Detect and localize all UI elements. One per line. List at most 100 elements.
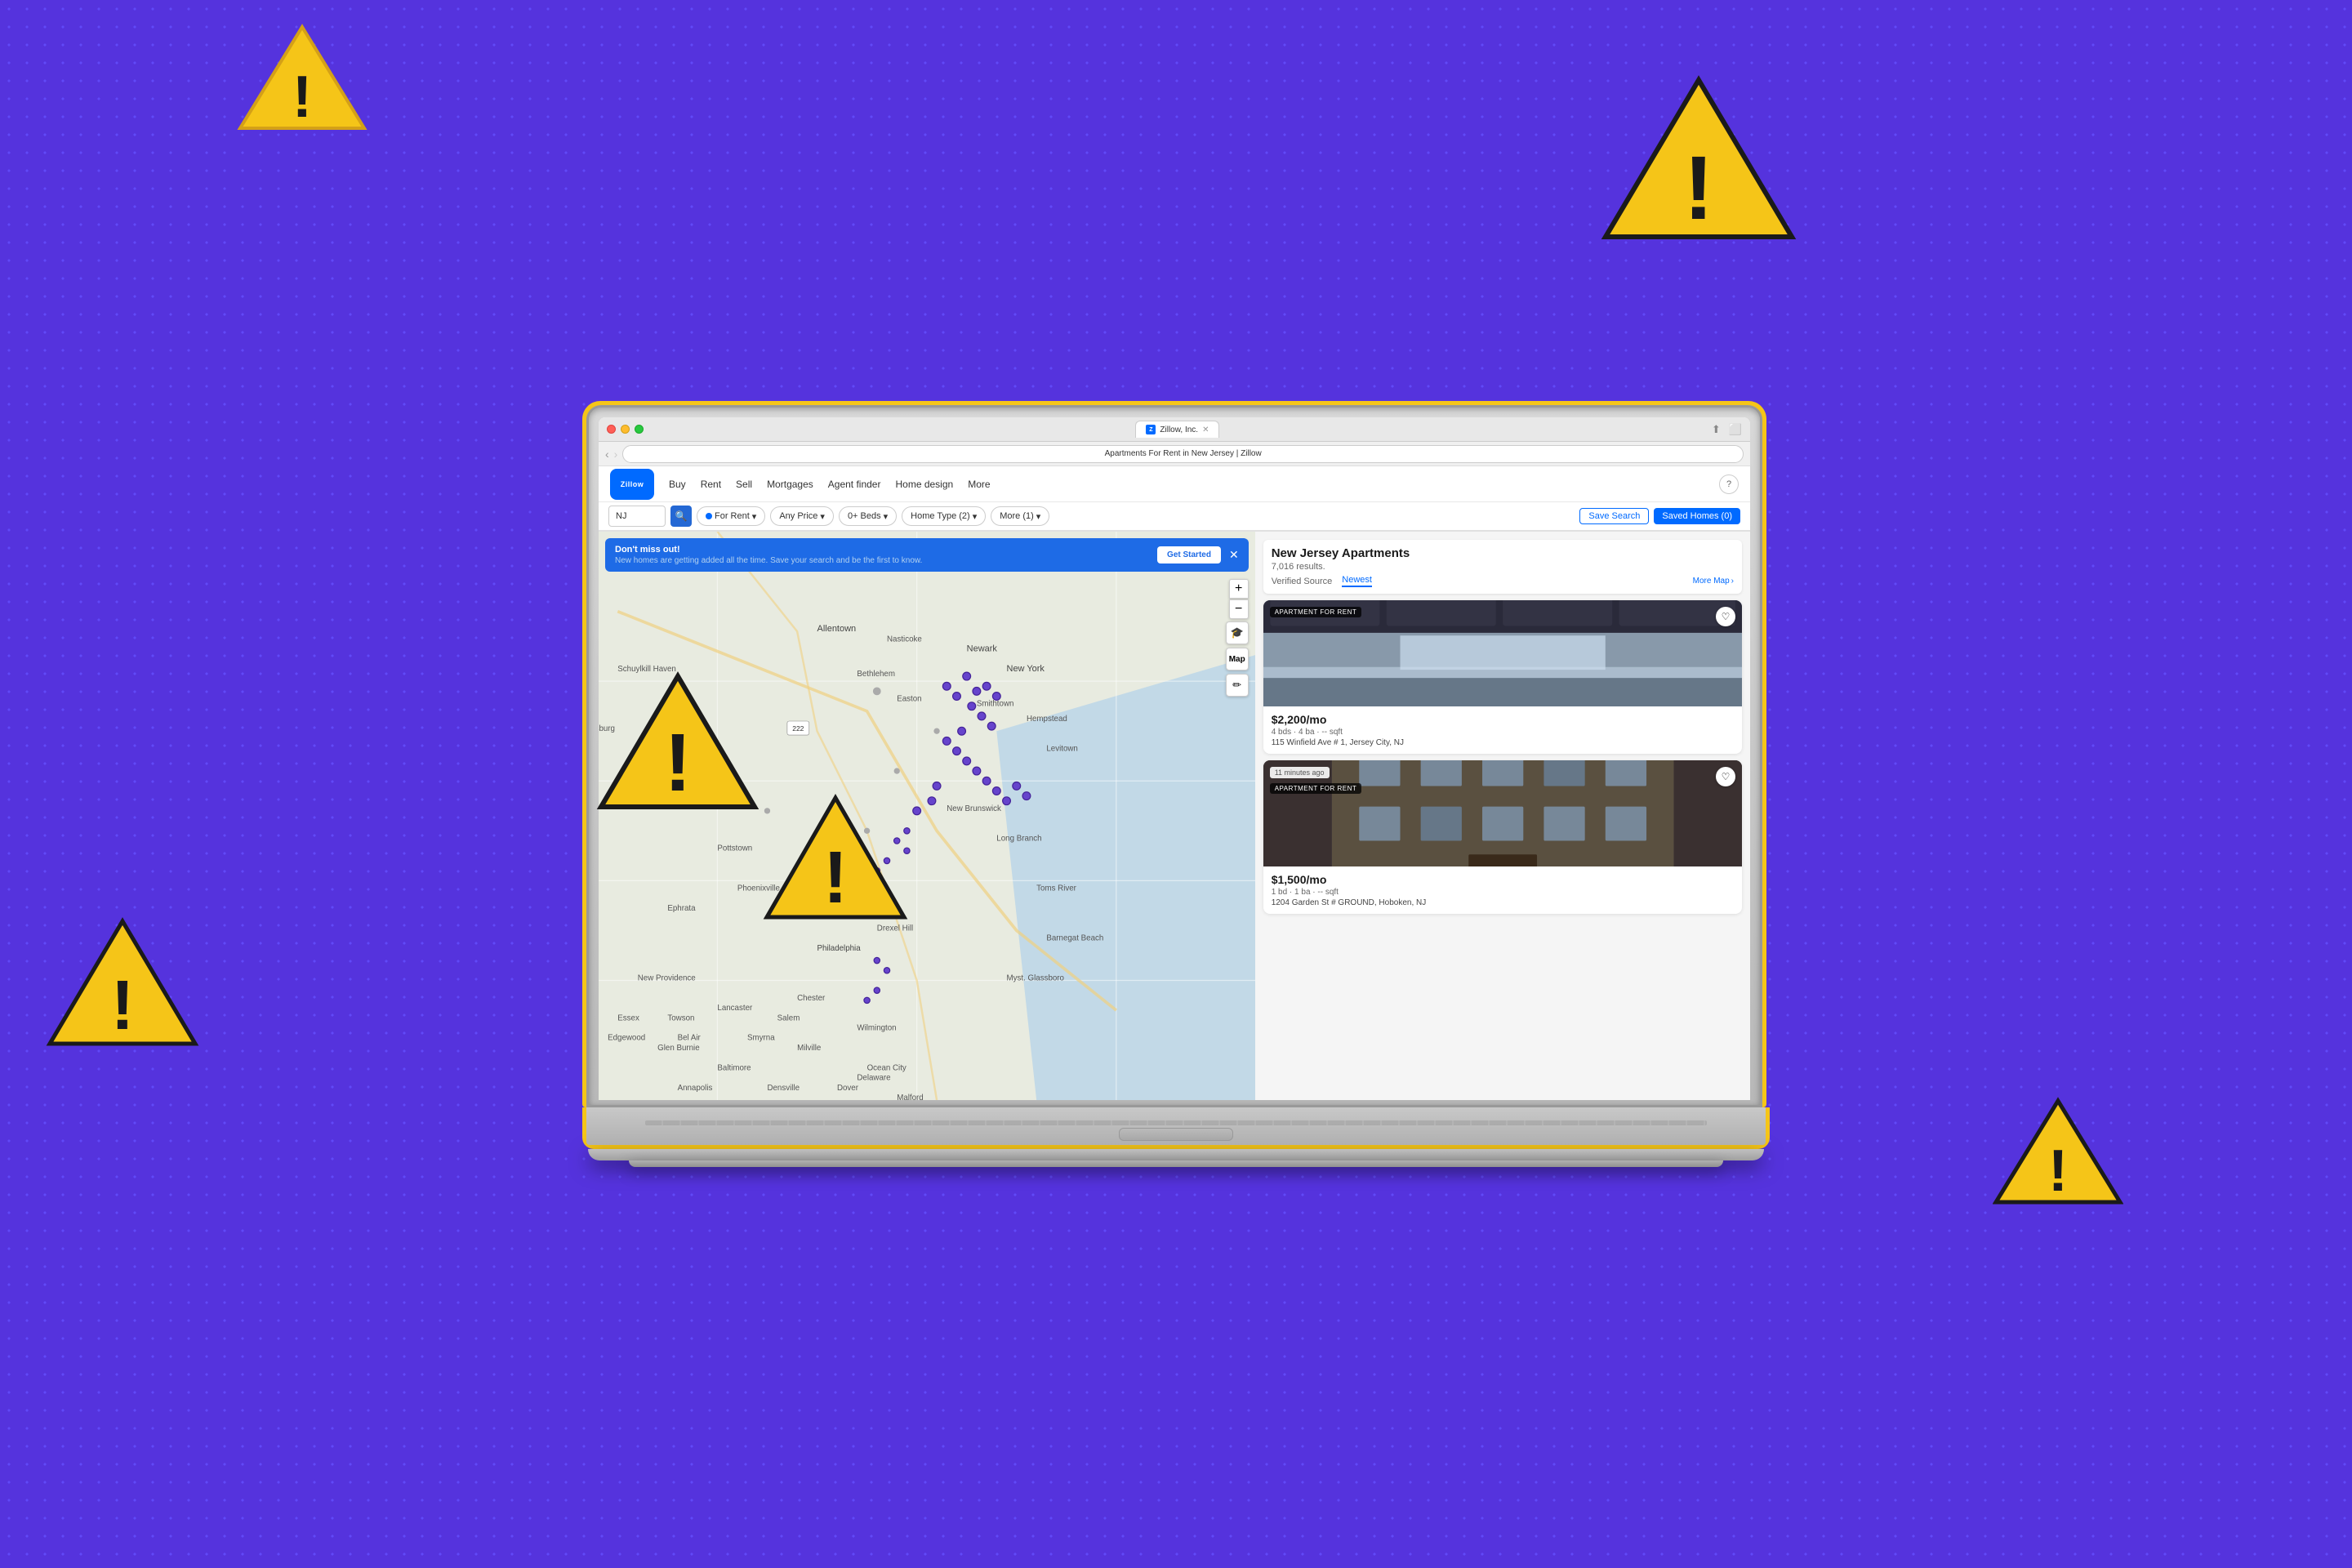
sort-verified[interactable]: Verified Source: [1272, 577, 1333, 586]
more-filter[interactable]: More (1) ▾: [991, 506, 1049, 526]
laptop-base-section: [582, 1107, 1770, 1167]
svg-text:Harrisburg: Harrisburg: [599, 724, 615, 733]
svg-text:New York: New York: [1007, 664, 1045, 674]
draw-btn[interactable]: ✏: [1226, 674, 1249, 697]
listing-2-info: $1,500/mo 1 bd · 1 ba · -- sqft 1204 Gar…: [1263, 866, 1742, 914]
nav-mortgages[interactable]: Mortgages: [767, 479, 813, 490]
nav-rent[interactable]: Rent: [701, 479, 721, 490]
svg-text:Milville: Milville: [797, 1044, 821, 1053]
tab-icon-x[interactable]: ✕: [1202, 425, 1209, 434]
listing-1-details: 4 bds · 4 ba · -- sqft: [1272, 728, 1734, 737]
map-section: Schuylkill Haven Harrisburg Allentown Be…: [599, 532, 1255, 1100]
location-search-wrap[interactable]: NJ: [608, 506, 666, 527]
more-filter-label: More (1): [1000, 511, 1034, 521]
more-map-link[interactable]: More Map ›: [1693, 577, 1734, 586]
back-btn[interactable]: ‹: [605, 448, 609, 461]
results-header: New Jersey Apartments 7,016 results. Ver…: [1263, 540, 1742, 594]
warning-icon-top-left: !: [237, 20, 368, 139]
window-icon[interactable]: ⬜: [1729, 423, 1742, 436]
svg-text:Dover: Dover: [837, 1084, 859, 1093]
svg-text:222: 222: [792, 724, 804, 733]
for-rent-label: For Rent: [715, 511, 750, 521]
search-actions: Save Search Saved Homes (0): [1579, 508, 1740, 524]
results-title: New Jersey Apartments: [1272, 546, 1734, 560]
svg-text:Smithtown: Smithtown: [977, 700, 1014, 709]
warning-icon-bottom-left: !: [45, 915, 200, 1054]
url-bar[interactable]: Apartments For Rent in New Jersey | Zill…: [622, 445, 1744, 463]
nav-links: Buy Rent Sell Mortgages Agent finder Hom…: [669, 479, 991, 490]
svg-text:!: !: [2048, 1138, 2068, 1204]
school-filter-btn[interactable]: 🎓: [1226, 621, 1249, 644]
zillow-nav-bar: Zillow Buy Rent Sell Mortgages Agent fin…: [599, 466, 1750, 502]
svg-text:Norristown: Norristown: [797, 884, 835, 893]
saved-homes-btn[interactable]: Saved Homes (0): [1654, 508, 1740, 524]
listing-card-1[interactable]: APARTMENT FOR RENT ♡ $2,200/mo 4 bds · 4…: [1263, 600, 1742, 754]
results-panel: New Jersey Apartments 7,016 results. Ver…: [1255, 532, 1750, 1100]
url-text: Apartments For Rent in New Jersey | Zill…: [1105, 449, 1262, 458]
for-rent-filter[interactable]: For Rent ▾: [697, 506, 765, 526]
map-extra-controls: 🎓 Map ✏: [1226, 621, 1249, 697]
traffic-light-yellow[interactable]: [621, 425, 630, 434]
nav-more[interactable]: More: [968, 479, 990, 490]
results-sort-row: Verified Source Newest More Map ›: [1272, 575, 1734, 587]
traffic-light-green[interactable]: [635, 425, 644, 434]
share-icon[interactable]: ⬆: [1712, 423, 1721, 436]
svg-text:Nasticoke: Nasticoke: [887, 635, 922, 644]
svg-text:Pottstown: Pottstown: [717, 844, 752, 853]
svg-text:Malford: Malford: [897, 1094, 924, 1100]
svg-text:Essex: Essex: [617, 1013, 639, 1022]
nav-design[interactable]: Home design: [895, 479, 953, 490]
svg-text:Lebanon: Lebanon: [648, 795, 679, 804]
search-filters-bar: NJ 🔍 For Rent ▾ Any Price ▾: [599, 502, 1750, 532]
listing-card-2[interactable]: 11 minutes ago APARTMENT FOR RENT ♡ $1,5…: [1263, 760, 1742, 914]
touchpad[interactable]: [1119, 1128, 1233, 1141]
svg-text:Baltimore: Baltimore: [717, 1063, 751, 1072]
svg-text:Towson: Towson: [667, 1013, 694, 1022]
svg-text:Chester: Chester: [797, 994, 826, 1003]
svg-text:Ocean City: Ocean City: [867, 1063, 906, 1072]
beds-filter[interactable]: 0+ Beds ▾: [839, 506, 897, 526]
results-count: 7,016 results.: [1272, 562, 1734, 572]
home-type-label: Home Type (2): [911, 511, 970, 521]
search-btn[interactable]: 🔍: [670, 506, 692, 527]
save-search-btn[interactable]: Save Search: [1579, 508, 1649, 524]
listing-2-heart[interactable]: ♡: [1716, 767, 1735, 786]
warning-icon-bottom-right: !: [1993, 1094, 2123, 1213]
svg-text:Densville: Densville: [767, 1084, 800, 1093]
svg-text:New Providence: New Providence: [638, 973, 696, 982]
get-started-btn[interactable]: Get Started: [1157, 546, 1221, 564]
svg-text:Allentown: Allentown: [817, 624, 857, 634]
listing-2-price: $1,500/mo: [1272, 873, 1734, 886]
svg-text:Smyrna: Smyrna: [747, 1034, 775, 1043]
address-bar: ‹ › Apartments For Rent in New Jersey | …: [599, 442, 1750, 466]
listing-1-price: $2,200/mo: [1272, 713, 1734, 726]
nav-buy[interactable]: Buy: [669, 479, 686, 490]
svg-text:Philadelphia: Philadelphia: [817, 944, 862, 953]
price-filter[interactable]: Any Price ▾: [770, 506, 834, 526]
zoom-in-btn[interactable]: +: [1229, 579, 1249, 599]
logo-text: Zillow: [621, 480, 644, 488]
nav-sell[interactable]: Sell: [736, 479, 752, 490]
zoom-out-btn[interactable]: −: [1229, 599, 1249, 619]
map-label-btn[interactable]: Map: [1226, 648, 1249, 670]
svg-text:!: !: [292, 65, 312, 130]
close-notification-btn[interactable]: ✕: [1229, 548, 1239, 562]
svg-text:Glen Burnie: Glen Burnie: [657, 1044, 700, 1053]
help-icon-btn[interactable]: ?: [1719, 474, 1739, 494]
home-type-filter[interactable]: Home Type (2) ▾: [902, 506, 986, 526]
laptop-base-outer: [582, 1107, 1770, 1149]
notification-banner: Don't miss out! New homes are getting ad…: [605, 538, 1249, 572]
svg-text:Toms River: Toms River: [1036, 884, 1077, 893]
title-bar: Z Zillow, Inc. ✕ ⬆ ⬜: [599, 417, 1750, 442]
forward-btn[interactable]: ›: [614, 448, 618, 461]
svg-text:Edgewood: Edgewood: [608, 1034, 645, 1043]
svg-text:Newark: Newark: [967, 644, 998, 654]
tab-title: Zillow, Inc.: [1160, 425, 1198, 434]
traffic-light-red[interactable]: [607, 425, 616, 434]
nav-agent[interactable]: Agent finder: [828, 479, 881, 490]
listing-1-heart[interactable]: ♡: [1716, 607, 1735, 626]
browser-tab[interactable]: Z Zillow, Inc. ✕: [1135, 421, 1219, 438]
sort-newest[interactable]: Newest: [1342, 575, 1372, 587]
beds-label: 0+ Beds: [848, 511, 881, 521]
zillow-logo[interactable]: Zillow: [610, 469, 654, 500]
